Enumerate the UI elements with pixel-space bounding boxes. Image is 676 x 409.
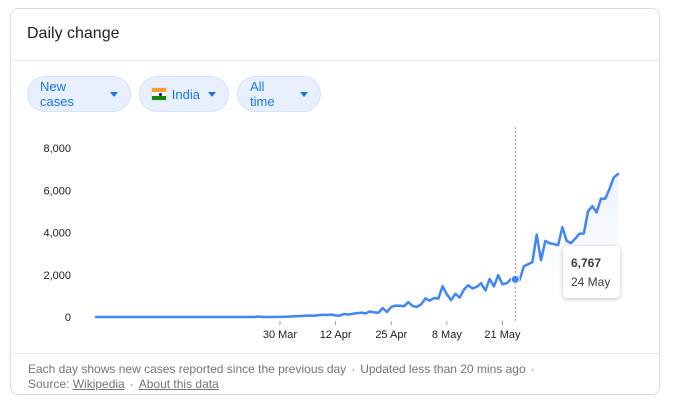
- footer-separator: ·: [530, 362, 535, 376]
- x-tick-label: 25 Apr: [375, 329, 407, 341]
- y-tick-label: 2,000: [43, 270, 71, 282]
- x-tick-label: 12 Apr: [320, 329, 352, 341]
- chart-tooltip: 6,767 24 May: [563, 246, 620, 298]
- footer-updated: Updated less than 20 mins ago: [360, 362, 526, 376]
- wikipedia-link[interactable]: Wikipedia: [73, 377, 125, 391]
- footer-divider: [11, 353, 659, 354]
- highlight-point: [510, 274, 520, 284]
- tooltip-value: 6,767: [571, 256, 602, 270]
- x-tick-label: 30 Mar: [263, 329, 298, 341]
- y-tick-label: 8,000: [43, 143, 71, 155]
- footer-line-1: Each day shows new cases reported since …: [28, 362, 540, 377]
- footer-separator: ·: [129, 377, 134, 391]
- footer-note: Each day shows new cases reported since …: [28, 362, 347, 376]
- x-tick-label: 21 May: [484, 329, 521, 341]
- tooltip-date: 24 May: [571, 275, 611, 289]
- footer: Each day shows new cases reported since …: [28, 362, 540, 392]
- source-label: Source:: [28, 377, 70, 391]
- y-tick-label: 4,000: [43, 228, 71, 240]
- footer-separator: ·: [351, 362, 356, 376]
- y-tick-label: 6,000: [43, 185, 71, 197]
- y-tick-label: 0: [65, 312, 71, 324]
- daily-change-card: Daily change New cases India All time 02…: [10, 8, 660, 395]
- daily-change-chart[interactable]: 0 2,000 4,000 6,000 8,000 30 Mar 12 Apr 25 Apr 8…: [11, 9, 661, 349]
- x-tick-label: 8 May: [432, 329, 462, 341]
- footer-line-2: Source: Wikipedia · About this data: [28, 377, 540, 392]
- about-data-link[interactable]: About this data: [139, 377, 219, 391]
